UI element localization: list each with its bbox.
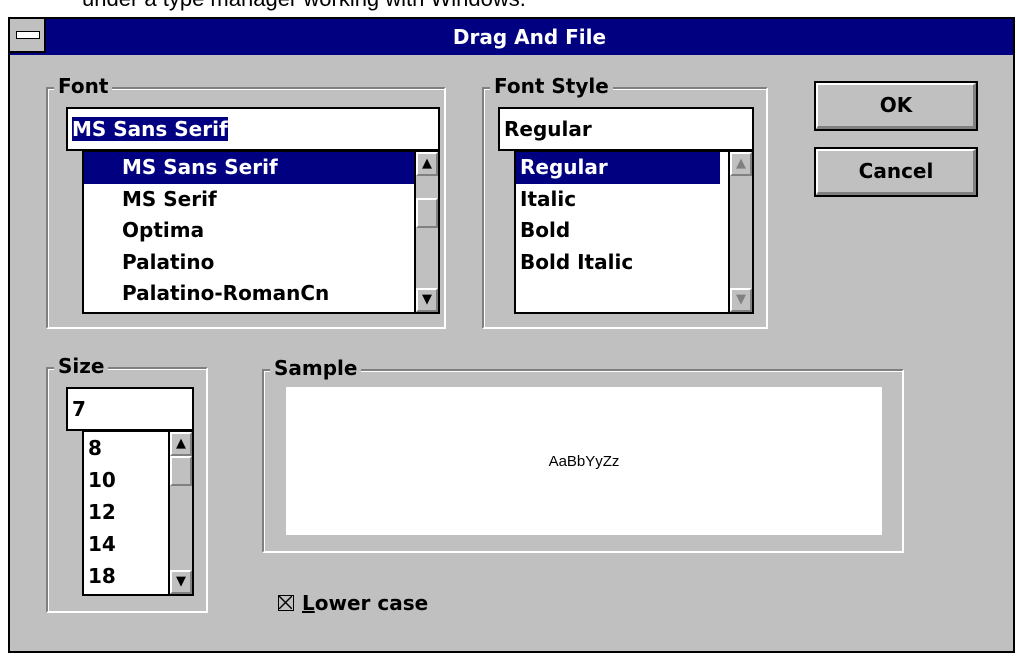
ok-button[interactable]: OK [814, 81, 978, 131]
background-document-text: under a type manager working with Window… [82, 0, 526, 12]
font-style-value: Regular [504, 117, 592, 141]
style-list-item[interactable]: Bold [516, 215, 720, 247]
font-listbox[interactable]: MS Sans Serif MS Serif Optima Palatino P… [82, 150, 440, 314]
size-input[interactable]: 7 [66, 387, 194, 431]
font-list-item[interactable]: MS Serif [84, 184, 414, 216]
size-value: 7 [72, 397, 86, 421]
font-list-item[interactable]: Palatino-RomanCn [84, 278, 414, 310]
ok-button-label: OK [879, 93, 913, 117]
style-list-item[interactable]: Bold Italic [516, 247, 720, 279]
lower-case-checkbox-row[interactable]: Lower case [278, 591, 428, 615]
cancel-button-label: Cancel [858, 159, 934, 183]
size-list-item[interactable]: 18 [84, 560, 168, 592]
font-list-item[interactable]: Palatino [84, 247, 414, 279]
title-bar[interactable]: Drag And File [10, 19, 1013, 55]
arrow-down-icon[interactable]: ▼ [170, 570, 192, 594]
font-list-scroll-thumb[interactable] [416, 198, 438, 228]
size-list-item[interactable]: 12 [84, 496, 168, 528]
size-list-item[interactable]: 8 [84, 432, 168, 464]
size-list-scroll-thumb[interactable] [170, 456, 192, 486]
arrow-up-icon[interactable]: ▲ [730, 152, 752, 176]
font-dialog: Drag And File Font MS Sans Serif MS Sans… [8, 17, 1015, 653]
font-list-scrollbar[interactable]: ▲ ▼ [414, 152, 438, 312]
font-style-group-label: Font Style [490, 73, 613, 99]
font-style-input[interactable]: Regular [498, 107, 754, 151]
font-name-value: MS Sans Serif [72, 117, 228, 141]
size-list-scrollbar[interactable]: ▲ ▼ [168, 432, 192, 594]
lower-case-label-rest: ower case [314, 591, 429, 615]
system-menu-icon [16, 31, 40, 39]
size-group-label: Size [54, 353, 109, 379]
lower-case-label: Lower case [302, 591, 428, 615]
system-menu-button[interactable] [10, 19, 46, 53]
style-list-item[interactable]: Italic [516, 184, 720, 216]
font-style-listbox[interactable]: Regular Italic Bold Bold Italic ▲ ▼ [514, 150, 754, 314]
font-list-item[interactable]: Optima [84, 215, 414, 247]
size-listbox[interactable]: 8 10 12 14 18 ▲ ▼ [82, 430, 194, 596]
font-list-item[interactable]: MS Sans Serif [84, 152, 414, 184]
lower-case-checkbox[interactable] [278, 595, 294, 611]
arrow-down-icon[interactable]: ▼ [730, 288, 752, 312]
sample-preview: AaBbYyZz [286, 387, 882, 535]
sample-text: AaBbYyZz [548, 452, 620, 470]
arrow-up-icon[interactable]: ▲ [416, 152, 438, 176]
arrow-down-icon[interactable]: ▼ [416, 288, 438, 312]
checkmark-x-icon [279, 596, 292, 609]
lower-case-accel: L [302, 591, 315, 615]
font-name-input[interactable]: MS Sans Serif [66, 107, 440, 151]
font-group-label: Font [54, 73, 113, 99]
arrow-up-icon[interactable]: ▲ [170, 432, 192, 456]
size-list-item[interactable]: 14 [84, 528, 168, 560]
size-list-item[interactable]: 10 [84, 464, 168, 496]
sample-group-label: Sample [270, 355, 362, 381]
style-list-scrollbar[interactable]: ▲ ▼ [728, 152, 752, 312]
cancel-button[interactable]: Cancel [814, 147, 978, 197]
window-title: Drag And File [452, 25, 607, 49]
style-list-item[interactable]: Regular [516, 152, 720, 184]
